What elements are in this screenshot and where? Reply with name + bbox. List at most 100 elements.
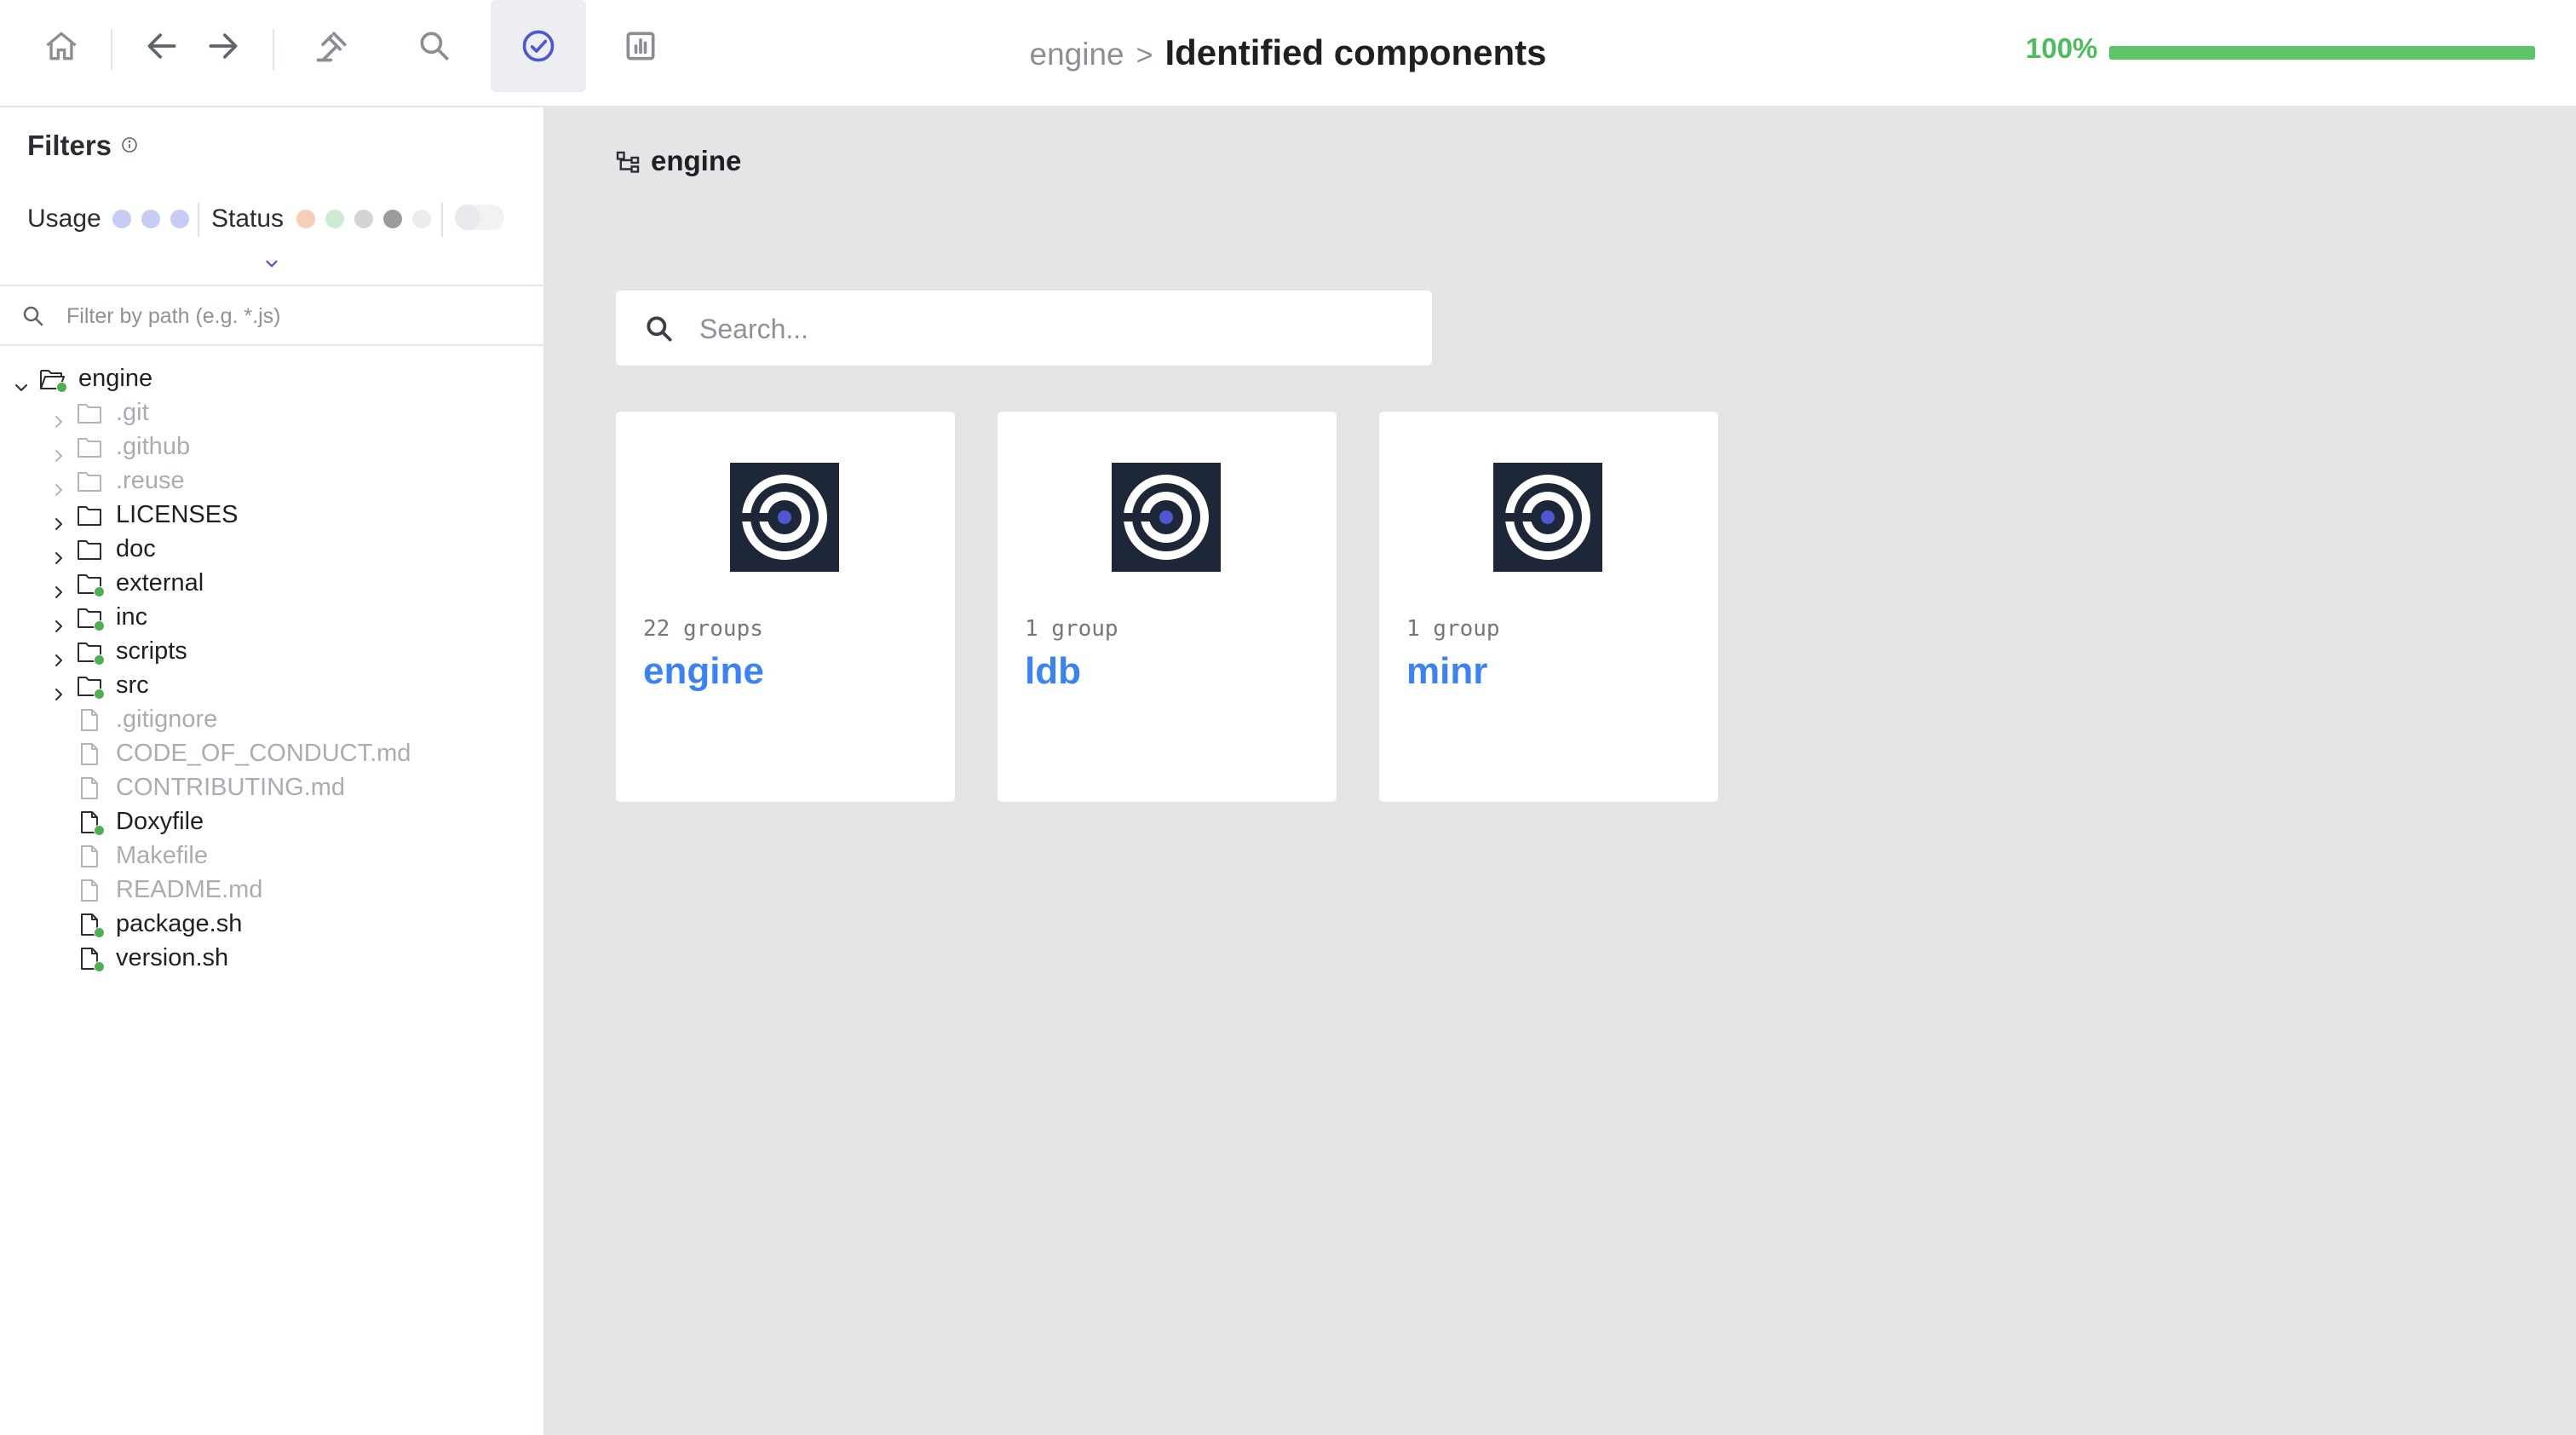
usage-filter-dot-2[interactable] [170,210,189,228]
status-filter-dot-1[interactable] [325,210,344,228]
component-card[interactable]: 22 groups engine [615,411,956,803]
chevron-down-icon[interactable] [262,254,281,273]
chevron-right-icon[interactable] [51,575,66,598]
card-name[interactable]: engine [643,650,764,693]
filter-divider [198,203,199,237]
component-card[interactable]: 1 group ldb [997,411,1337,803]
status-filter-label: Status [211,205,285,233]
folder-icon [77,503,102,527]
filter-toggle[interactable] [455,205,504,230]
usage-filter-dot-0[interactable] [112,210,131,228]
tree-file-row[interactable]: version.sh [0,941,543,975]
usage-filter-dot-1[interactable] [141,210,160,228]
status-dot [56,382,67,393]
search-input[interactable] [698,291,1417,367]
toggle-knob [455,205,480,230]
chevron-right-icon[interactable] [51,439,66,462]
tree-folder-row[interactable]: scripts [0,634,543,668]
tree-structure-icon [616,151,640,173]
tree-folder-row[interactable]: src [0,668,543,702]
tree-file-row[interactable]: CODE_OF_CONDUCT.md [0,736,543,770]
file-tree: engine .git .github .reuse LICENSES doc extern… [0,361,543,975]
report-button[interactable] [593,0,688,92]
card-name[interactable]: ldb [1025,650,1081,693]
arrow-right-icon [209,33,238,59]
card-name[interactable]: minr [1406,650,1487,693]
audit-button[interactable] [285,0,380,92]
status-filter-dot-4[interactable] [412,210,431,228]
tree-folder-row[interactable]: .git [0,395,543,429]
search-button[interactable] [387,0,482,92]
file-icon [77,775,102,799]
tree-folder-row[interactable]: inc [0,600,543,634]
component-target-icon [1493,463,1602,572]
status-filter-dot-3[interactable] [383,210,402,228]
tree-item-label: .github [116,433,191,460]
tree-folder-row[interactable]: engine [0,361,543,395]
tree-item-label: package.sh [116,910,243,937]
chevron-right-icon[interactable] [51,677,66,700]
component-target-icon [730,463,839,572]
breadcrumb-parent[interactable]: engine [1030,37,1124,72]
tree-item-label: Doxyfile [116,808,204,835]
tree-file-row[interactable]: README.md [0,873,543,907]
status-dot [94,654,105,666]
status-filter-dot-0[interactable] [296,210,315,228]
chevron-right-icon[interactable] [51,541,66,564]
progress-bar-fill [2109,46,2535,60]
path-filter-input[interactable] [65,286,528,346]
chevron-right-icon[interactable] [51,609,66,632]
folder-icon [77,435,102,458]
section-title: engine [651,145,742,176]
tree-folder-row[interactable]: external [0,566,543,600]
toolbar-divider [111,29,112,70]
tree-item-label: inc [116,603,148,631]
status-dot [94,689,105,700]
tree-folder-row[interactable]: .github [0,429,543,464]
tree-item-label: src [116,671,149,699]
path-filter [0,285,543,346]
chevron-right-icon[interactable] [51,473,66,496]
tree-folder-row[interactable]: doc [0,532,543,566]
tree-item-label: engine [78,365,153,392]
tree-folder-row[interactable]: .reuse [0,464,543,498]
tree-file-row[interactable]: Doxyfile [0,804,543,839]
filter-divider [441,203,443,237]
chevron-right-icon[interactable] [51,405,66,428]
file-icon [77,741,102,765]
tree-item-label: Makefile [116,842,208,869]
tree-item-label: external [116,569,204,596]
tree-item-label: .git [116,399,149,426]
tree-file-row[interactable]: .gitignore [0,702,543,736]
progress-label: 100% [2026,32,2098,64]
status-filter-dot-2[interactable] [354,210,373,228]
identified-components-button[interactable] [491,0,586,92]
tree-folder-row[interactable]: LICENSES [0,498,543,532]
home-icon [46,32,77,61]
chevron-right-icon[interactable] [51,507,66,530]
chart-icon [626,32,655,61]
search-icon [420,32,449,61]
home-button[interactable] [14,0,109,92]
component-search [615,290,1433,367]
tree-file-row[interactable]: CONTRIBUTING.md [0,770,543,804]
main-content: engine 22 groups engine 1 group ldb 1 gr… [545,107,2576,1435]
toolbar-divider [273,29,274,70]
tree-item-label: .reuse [116,467,185,494]
tree-file-row[interactable]: Makefile [0,839,543,873]
page-title: Identified components [1164,32,1547,72]
search-icon [23,306,43,326]
status-dot [94,961,105,972]
chevron-down-icon[interactable] [14,371,29,391]
search-icon [647,316,672,342]
tree-item-label: doc [116,535,156,562]
sidebar: Filters Usage Status engine .git .github .r… [0,107,545,1435]
component-card[interactable]: 1 group minr [1378,411,1719,803]
tree-file-row[interactable]: package.sh [0,907,543,941]
info-icon[interactable] [121,136,138,153]
chevron-right-icon[interactable] [51,643,66,666]
tree-item-label: version.sh [116,944,229,971]
gavel-icon [316,32,347,62]
file-icon [77,878,102,902]
forward-button[interactable] [175,0,271,92]
